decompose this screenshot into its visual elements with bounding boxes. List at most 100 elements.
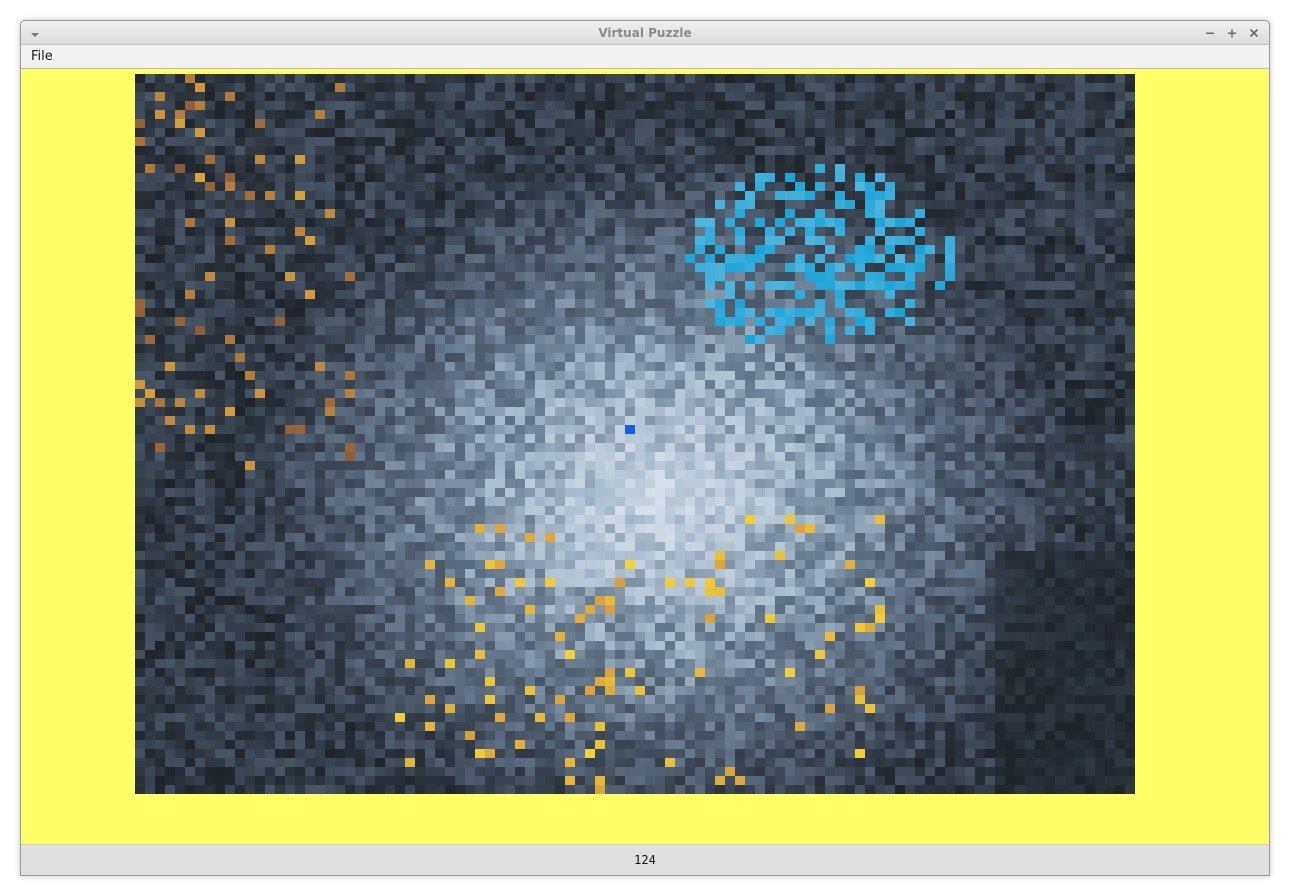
puzzle-piece[interactable] bbox=[295, 119, 305, 128]
puzzle-piece[interactable] bbox=[955, 488, 965, 497]
puzzle-piece[interactable] bbox=[155, 299, 165, 308]
puzzle-piece[interactable] bbox=[535, 362, 545, 371]
puzzle-piece[interactable] bbox=[285, 416, 295, 425]
puzzle-piece[interactable] bbox=[265, 164, 275, 173]
puzzle-piece[interactable] bbox=[365, 326, 375, 335]
puzzle-piece[interactable] bbox=[395, 434, 405, 443]
puzzle-piece[interactable] bbox=[945, 290, 955, 299]
puzzle-piece[interactable] bbox=[315, 326, 325, 335]
puzzle-piece[interactable] bbox=[285, 497, 295, 506]
puzzle-piece[interactable] bbox=[545, 182, 555, 191]
puzzle-piece[interactable] bbox=[365, 110, 375, 119]
puzzle-piece[interactable] bbox=[1075, 209, 1085, 218]
puzzle-piece[interactable] bbox=[1075, 263, 1085, 272]
puzzle-piece[interactable] bbox=[615, 200, 625, 209]
puzzle-piece[interactable] bbox=[665, 470, 675, 479]
puzzle-piece[interactable] bbox=[735, 452, 745, 461]
puzzle-piece[interactable] bbox=[895, 119, 905, 128]
puzzle-piece[interactable] bbox=[365, 281, 375, 290]
puzzle-piece[interactable] bbox=[1085, 362, 1095, 371]
puzzle-piece[interactable] bbox=[475, 434, 485, 443]
puzzle-piece[interactable] bbox=[605, 92, 615, 101]
puzzle-piece[interactable] bbox=[995, 335, 1005, 344]
puzzle-piece[interactable] bbox=[555, 380, 565, 389]
puzzle-piece[interactable] bbox=[825, 263, 835, 272]
puzzle-piece[interactable] bbox=[675, 173, 685, 182]
puzzle-piece[interactable] bbox=[435, 335, 445, 344]
puzzle-piece[interactable] bbox=[835, 200, 845, 209]
puzzle-piece[interactable] bbox=[985, 146, 995, 155]
puzzle-piece[interactable] bbox=[1095, 236, 1105, 245]
puzzle-piece[interactable] bbox=[695, 452, 705, 461]
puzzle-piece[interactable] bbox=[775, 227, 785, 236]
puzzle-piece[interactable] bbox=[545, 353, 555, 362]
puzzle-piece[interactable] bbox=[875, 182, 885, 191]
puzzle-piece[interactable] bbox=[895, 443, 905, 452]
puzzle-piece[interactable] bbox=[795, 290, 805, 299]
puzzle-piece[interactable] bbox=[425, 407, 435, 416]
puzzle-piece[interactable] bbox=[675, 191, 685, 200]
puzzle-piece[interactable] bbox=[505, 128, 515, 137]
puzzle-piece[interactable] bbox=[925, 218, 935, 227]
puzzle-piece[interactable] bbox=[845, 92, 855, 101]
puzzle-piece[interactable] bbox=[675, 380, 685, 389]
puzzle-piece[interactable] bbox=[155, 461, 165, 470]
puzzle-piece[interactable] bbox=[425, 182, 435, 191]
puzzle-piece[interactable] bbox=[305, 290, 315, 299]
puzzle-piece[interactable] bbox=[235, 236, 245, 245]
puzzle-piece[interactable] bbox=[955, 281, 965, 290]
puzzle-piece[interactable] bbox=[755, 254, 765, 263]
puzzle-piece[interactable] bbox=[915, 164, 925, 173]
puzzle-piece[interactable] bbox=[895, 254, 905, 263]
puzzle-piece[interactable] bbox=[255, 164, 265, 173]
puzzle-piece[interactable] bbox=[685, 110, 695, 119]
puzzle-piece[interactable] bbox=[915, 209, 925, 218]
puzzle-piece[interactable] bbox=[335, 299, 345, 308]
puzzle-piece[interactable] bbox=[435, 371, 445, 380]
puzzle-piece[interactable] bbox=[635, 416, 645, 425]
puzzle-piece[interactable] bbox=[225, 74, 235, 83]
puzzle-piece[interactable] bbox=[895, 137, 905, 146]
puzzle-piece[interactable] bbox=[135, 299, 145, 308]
puzzle-piece[interactable] bbox=[545, 326, 555, 335]
puzzle-piece[interactable] bbox=[875, 74, 885, 83]
puzzle-piece[interactable] bbox=[1045, 83, 1055, 92]
puzzle-piece[interactable] bbox=[565, 254, 575, 263]
puzzle-piece[interactable] bbox=[215, 137, 225, 146]
puzzle-piece[interactable] bbox=[1095, 461, 1105, 470]
puzzle-piece[interactable] bbox=[195, 470, 205, 479]
puzzle-piece[interactable] bbox=[1035, 452, 1045, 461]
puzzle-piece[interactable] bbox=[265, 137, 275, 146]
puzzle-piece[interactable] bbox=[885, 380, 895, 389]
puzzle-piece[interactable] bbox=[415, 263, 425, 272]
puzzle-piece[interactable] bbox=[315, 182, 325, 191]
puzzle-piece[interactable] bbox=[1055, 200, 1065, 209]
puzzle-piece[interactable] bbox=[805, 299, 815, 308]
puzzle-piece[interactable] bbox=[305, 443, 315, 452]
puzzle-piece[interactable] bbox=[775, 443, 785, 452]
puzzle-piece[interactable] bbox=[435, 119, 445, 128]
puzzle-piece[interactable] bbox=[345, 92, 355, 101]
puzzle-piece[interactable] bbox=[645, 191, 655, 200]
puzzle-piece[interactable] bbox=[1015, 290, 1025, 299]
puzzle-piece[interactable] bbox=[445, 389, 455, 398]
puzzle-piece[interactable] bbox=[805, 326, 815, 335]
puzzle-piece[interactable] bbox=[985, 344, 995, 353]
puzzle-piece[interactable] bbox=[795, 416, 805, 425]
puzzle-piece[interactable] bbox=[265, 371, 275, 380]
puzzle-piece[interactable] bbox=[235, 470, 245, 479]
puzzle-piece[interactable] bbox=[1015, 470, 1025, 479]
puzzle-piece[interactable] bbox=[975, 164, 985, 173]
puzzle-piece[interactable] bbox=[805, 155, 815, 164]
puzzle-piece[interactable] bbox=[905, 317, 915, 326]
puzzle-piece[interactable] bbox=[545, 488, 555, 497]
puzzle-piece[interactable] bbox=[975, 227, 985, 236]
puzzle-piece[interactable] bbox=[315, 335, 325, 344]
puzzle-piece[interactable] bbox=[345, 479, 355, 488]
puzzle-piece[interactable] bbox=[545, 218, 555, 227]
puzzle-piece[interactable] bbox=[545, 425, 555, 434]
puzzle-piece[interactable] bbox=[665, 308, 675, 317]
puzzle-piece[interactable] bbox=[755, 155, 765, 164]
puzzle-piece[interactable] bbox=[545, 317, 555, 326]
puzzle-piece[interactable] bbox=[985, 479, 995, 488]
